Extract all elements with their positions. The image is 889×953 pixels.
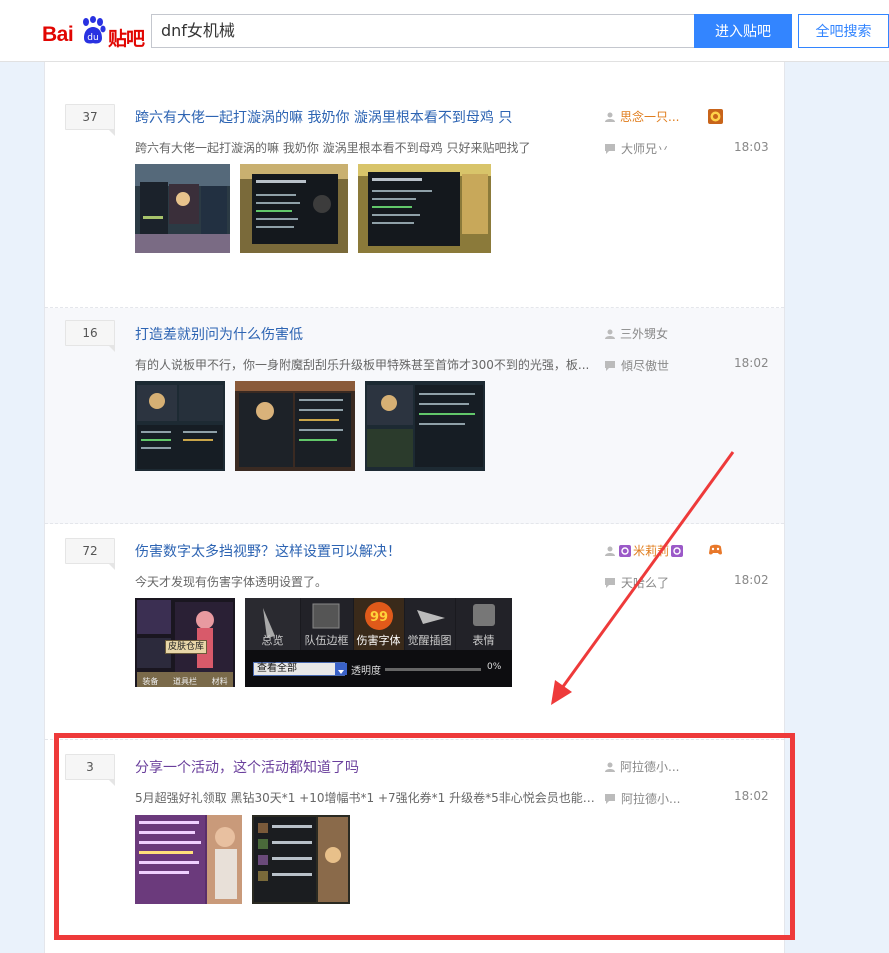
reply-time: 18:02	[734, 789, 769, 803]
chevron-down-icon[interactable]	[335, 663, 347, 675]
replier-name: 天哈么了	[621, 576, 670, 590]
opacity-value: 0%	[487, 662, 502, 672]
reply-count-badge: 16	[65, 320, 115, 352]
settings-panel-thumbnail[interactable]: 99 总览 队伍边框 伤害字体 觉醒插图 表情 查看全部 透明度 0%	[245, 598, 512, 687]
reply-time: 18:02	[734, 573, 769, 587]
thread-item: 37 跨六有大佬一起打漩涡的嘛 我奶你 漩涡里根本看不到母鸡 只 跨六有大佬一起…	[45, 92, 784, 308]
thread-list: 37 跨六有大佬一起打漩涡的嘛 我奶你 漩涡里根本看不到母鸡 只 跨六有大佬一起…	[44, 62, 785, 953]
tab-overview[interactable]: 总览	[245, 632, 300, 648]
replier-name: 傾尽傲世	[621, 359, 670, 373]
tab-damage-font[interactable]: 伤害字体	[353, 632, 404, 648]
user-icon	[605, 329, 615, 339]
thread-thumbnail[interactable]	[240, 164, 348, 253]
thread-author[interactable]: 米莉莉	[605, 542, 684, 559]
thread-item: 16 打造差就别问为什么伤害低 有的人说板甲不行，你一身附魔刮刮乐升级板甲特殊甚…	[45, 308, 784, 524]
search-all-button[interactable]: 全吧搜索	[798, 14, 889, 48]
last-replier[interactable]: 天哈么了	[605, 574, 669, 591]
thread-thumbnail[interactable]	[135, 381, 225, 471]
reply-time: 18:02	[734, 356, 769, 370]
thread-thumbnail[interactable]	[358, 164, 491, 253]
logo-text: Bai	[42, 23, 74, 46]
thread-item: 3 分享一个活动，这个活动都知道了吗 5月超强好礼领取 黑钻30天*1 +10增…	[45, 740, 784, 953]
top-header: Bai du 贴吧 dnf女机械 进入贴吧 全吧搜索	[0, 0, 889, 62]
opacity-slider[interactable]	[385, 668, 481, 671]
thread-thumbnail[interactable]	[365, 381, 485, 471]
thread-abstract: 有的人说板甲不行，你一身附魔刮刮乐升级板甲特殊甚至首饰才300不到的光强，板..…	[135, 358, 590, 372]
bottom-tab-label: 道具栏	[172, 677, 197, 686]
baidu-tieba-logo[interactable]: Bai du 贴吧	[42, 14, 152, 50]
thread-thumbnail[interactable]	[252, 815, 350, 904]
enter-forum-button[interactable]: 进入贴吧	[694, 14, 792, 48]
user-icon	[605, 546, 615, 556]
opacity-label: 透明度	[351, 666, 381, 677]
svg-text:99: 99	[370, 610, 388, 625]
game-badge-icon	[708, 542, 723, 557]
user-icon	[605, 762, 615, 772]
last-replier[interactable]: 傾尽傲世	[605, 357, 669, 374]
bottom-tab-label: 装备	[142, 677, 159, 686]
thread-abstract: 5月超强好礼领取 黑钻30天*1 +10增幅书*1 +7强化券*1 升级卷*5非…	[135, 791, 595, 805]
last-replier[interactable]: 阿拉德小...	[605, 790, 680, 807]
thread-author[interactable]: 阿拉德小...	[605, 758, 679, 775]
thread-thumbnail[interactable]	[135, 164, 230, 253]
reply-icon	[605, 360, 615, 371]
user-icon	[605, 112, 615, 122]
search-input[interactable]: dnf女机械	[151, 14, 695, 48]
thread-title[interactable]: 伤害数字太多挡视野？这样设置可以解决！	[135, 541, 401, 561]
replier-name: 大师兄丷	[621, 142, 670, 156]
thread-abstract: 今天才发现有伤害字体透明设置了。	[135, 575, 328, 589]
thread-author[interactable]: 三外甥女	[605, 325, 668, 342]
reply-icon	[605, 577, 615, 588]
thread-thumbnail[interactable]	[235, 381, 355, 471]
author-name: 阿拉德小...	[620, 760, 680, 774]
tab-emotes[interactable]: 表情	[455, 632, 512, 648]
thread-thumbnail[interactable]	[135, 815, 242, 904]
thread-title[interactable]: 分享一个活动，这个活动都知道了吗	[135, 757, 359, 777]
last-replier[interactable]: 大师兄丷	[605, 140, 669, 157]
reply-time: 18:03	[734, 140, 769, 154]
skin-storage-label: 皮肤仓库	[165, 640, 207, 654]
reply-count-badge: 37	[65, 104, 115, 136]
gear-icon	[671, 544, 684, 557]
reply-count-badge: 72	[65, 538, 115, 570]
thread-thumbnail[interactable]: 皮肤仓库 装备 道具栏 材料	[135, 598, 235, 687]
reply-icon	[605, 793, 615, 804]
thread-item: 72 伤害数字太多挡视野？这样设置可以解决！ 今天才发现有伤害字体透明设置了。 …	[45, 524, 784, 740]
thread-title[interactable]: 跨六有大佬一起打漩涡的嘛 我奶你 漩涡里根本看不到母鸡 只	[135, 107, 512, 127]
paw-icon: du	[83, 16, 106, 44]
reply-count-badge: 3	[65, 754, 115, 786]
view-all-dropdown[interactable]: 查看全部	[253, 662, 345, 676]
bottom-tab-row: 装备 道具栏 材料	[135, 676, 235, 687]
bottom-tab-label: 材料	[211, 677, 228, 686]
member-badge-icon	[708, 109, 723, 124]
thread-abstract: 跨六有大佬一起打漩涡的嘛 我奶你 漩涡里根本看不到母鸡 只好来贴吧找了	[135, 141, 531, 155]
settings-tabs: 总览 队伍边框 伤害字体 觉醒插图 表情	[245, 632, 512, 648]
replier-name: 阿拉德小...	[621, 792, 681, 806]
reply-icon	[605, 143, 615, 154]
thread-title[interactable]: 打造差就别问为什么伤害低	[135, 324, 303, 344]
logo-suffix: 贴吧	[108, 28, 145, 50]
author-name: 米莉莉	[633, 544, 670, 558]
tab-awakening-art[interactable]: 觉醒插图	[404, 632, 455, 648]
gear-icon	[619, 544, 631, 557]
author-name: 三外甥女	[620, 327, 669, 341]
thread-author[interactable]: 思念一只...	[605, 108, 679, 125]
svg-text:du: du	[87, 33, 98, 43]
tab-party-frame[interactable]: 队伍边框	[300, 632, 353, 648]
author-name: 思念一只...	[620, 110, 680, 124]
